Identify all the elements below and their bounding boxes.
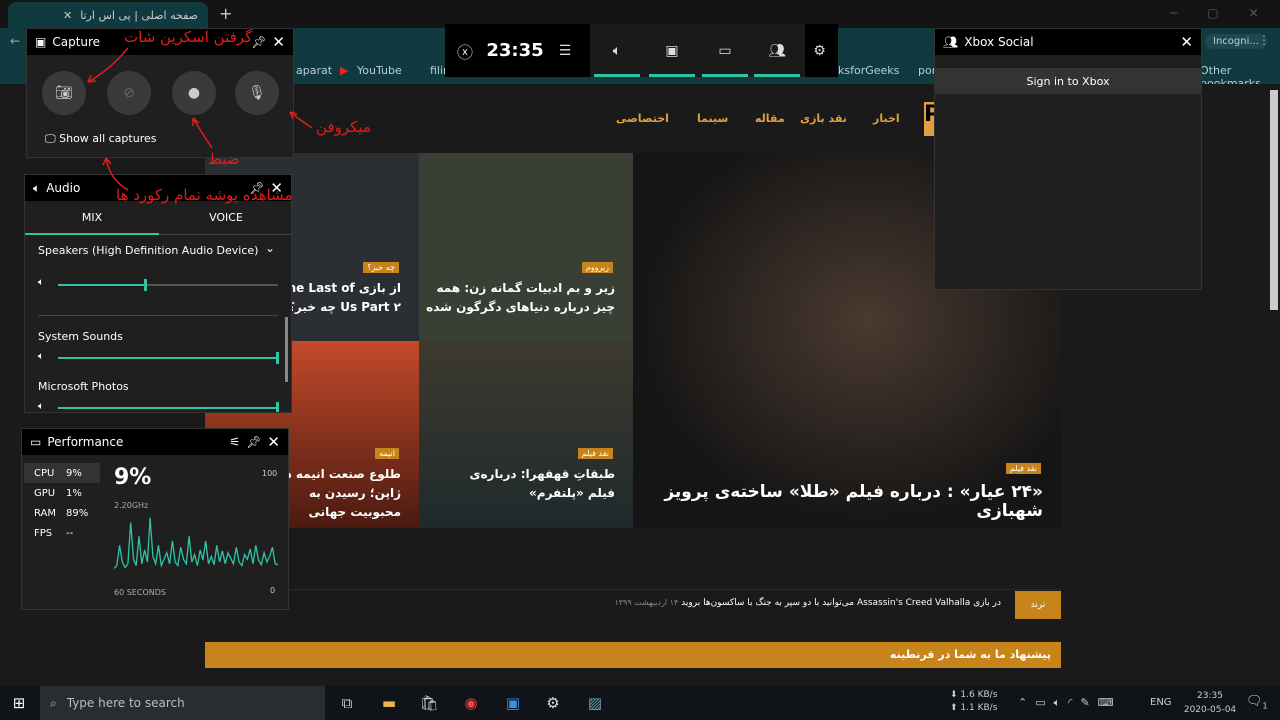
volume-icon: 🔈︎ — [38, 351, 44, 362]
app-volume-slider[interactable] — [58, 352, 279, 364]
article-card[interactable]: زیرووم زیر و بم ادبیات گمانه زن: همه چیز… — [419, 153, 633, 341]
category-badge: چه خبر؟ — [363, 262, 399, 273]
trend-bar: ترند در بازی Assassin's Creed Valhalla م… — [205, 589, 1061, 619]
graph-max: 100 — [262, 469, 278, 478]
sign-in-button[interactable]: Sign in to Xbox — [935, 68, 1201, 94]
nav-item[interactable]: سینما — [697, 112, 728, 125]
nav-item[interactable]: اختصاصی — [616, 112, 669, 125]
article-title: زیر و بم ادبیات گمانه زن: همه چیز درباره… — [426, 281, 615, 314]
scrollbar[interactable] — [1268, 84, 1280, 686]
nav-item[interactable]: مقاله — [755, 112, 785, 125]
settings-icon[interactable]: ⚙ — [536, 686, 570, 720]
task-view-icon[interactable]: ⧉ — [330, 686, 364, 720]
audio-widget-icon[interactable]: 🔈︎ — [592, 24, 642, 77]
graph-xlabel: 60 SECONDS — [114, 588, 166, 597]
search-box[interactable]: ⌕ Type here to search — [40, 686, 325, 720]
options-icon[interactable]: ⚟ — [229, 435, 240, 449]
bookmark[interactable]: ksforGeeks — [838, 64, 899, 77]
start-icon[interactable]: ⊞ — [2, 686, 36, 720]
settings-icon[interactable]: ⚙ — [801, 24, 838, 77]
clock: 23:35 — [486, 40, 544, 61]
file-explorer-icon[interactable]: ▬ — [372, 686, 406, 720]
photos-icon[interactable]: ▨ — [578, 686, 612, 720]
graph-min: 0 — [270, 586, 276, 595]
close-icon[interactable]: ✕ — [267, 433, 280, 451]
widget-title: Performance — [47, 435, 124, 449]
xbox-social-widget: 👥︎ Xbox Social ✕ Sign in to Xbox — [934, 28, 1202, 290]
app-name: System Sounds — [38, 330, 123, 343]
perf-stat-fps[interactable]: FPS -- — [24, 523, 100, 543]
article-card[interactable]: نقد فیلم طبقاتِ قهقهرا: درباره‌ی فیلم «پ… — [419, 341, 633, 528]
category-badge: نقد فیلم — [577, 448, 613, 459]
menu-icon[interactable]: ⋮ — [1258, 33, 1270, 47]
suggestion-banner: پیشنهاد ما به شما در قرنطینه — [205, 642, 1061, 668]
pin-icon[interactable]: 📌︎ — [246, 435, 261, 449]
performance-widget: ▭ Performance ⚟ 📌︎ ✕ CPU 9% GPU 1% RAM 89% FPS -- 9… — [21, 428, 289, 610]
search-icon: ⌕ — [50, 695, 57, 710]
cpu-line — [114, 517, 278, 569]
category-badge: زیرووم — [581, 262, 613, 273]
annotation: مشاهده پوشه تمام رکورد ها — [116, 186, 293, 204]
article-title: طبقاتِ قهقهرا: درباره‌ی فیلم «پلتفرم» — [469, 467, 615, 500]
perf-stat-cpu[interactable]: CPU 9% — [24, 463, 100, 483]
performance-icon: ▭ — [30, 435, 42, 449]
perf-stat-ram[interactable]: RAM 89% — [24, 503, 100, 523]
annotation: میکروفن — [316, 118, 371, 136]
nav-item[interactable]: اخبار — [873, 112, 900, 125]
article-title: «۲۴ عیار» : درباره فیلم «طلا» ساخته‌ی پر… — [664, 482, 1043, 521]
menu-icon[interactable]: ☰ — [545, 24, 585, 77]
store-icon[interactable]: 🛍︎ — [412, 686, 446, 720]
window-controls[interactable]: ─▢✕ — [1170, 6, 1280, 20]
category-badge: نقد فیلم — [1005, 463, 1041, 474]
scrollbar[interactable] — [285, 317, 288, 382]
perf-stat-gpu[interactable]: GPU 1% — [24, 483, 100, 503]
annotation: گرفتن اسکرین شات — [124, 28, 253, 46]
cpu-graph — [114, 517, 278, 569]
xbox-game-bar: ⓧ 23:35 ☰ 🔈︎ ▣ ▭ 👥︎ ⚙ — [445, 24, 838, 77]
master-volume-slider[interactable] — [58, 279, 278, 291]
volume-icon: 🔈︎ — [38, 277, 44, 288]
category-badge: انیمه — [375, 448, 399, 459]
performance-widget-icon[interactable]: ▭ — [700, 24, 750, 77]
device-dropdown[interactable]: Speakers (High Definition Audio Device) — [38, 244, 258, 257]
notification-icon[interactable]: 🗨︎1 — [1246, 694, 1268, 711]
network-speed: ⬇ 1.6 KB/s ⬆ 1.1 KB/s — [950, 690, 998, 713]
capture-widget-icon[interactable]: ▣ — [647, 24, 697, 77]
trend-headline[interactable]: در بازی Assassin's Creed Valhalla می‌توا… — [614, 598, 1001, 608]
trend-label: ترند — [1015, 591, 1061, 619]
volume-icon: 🔈︎ — [38, 401, 44, 412]
chrome-icon[interactable]: ◉ — [454, 686, 488, 720]
tray-icons[interactable]: ⌃▭🔈︎◜✎⌨ — [1018, 696, 1122, 710]
nav-item[interactable]: نقد بازی — [800, 112, 847, 125]
friends-icon: 👥︎ — [943, 35, 959, 49]
annotation: ضبط — [208, 150, 240, 168]
clock[interactable]: 23:35 2020-05-04 — [1180, 689, 1240, 717]
close-icon[interactable]: ✕ — [1180, 33, 1193, 51]
social-widget-icon[interactable]: 👥︎ — [752, 24, 802, 77]
app-name: Microsoft Photos — [38, 380, 129, 393]
chevron-down-icon[interactable]: ⌄ — [265, 241, 275, 255]
xbox-logo-icon[interactable]: ⓧ — [445, 24, 485, 77]
widget-title: Xbox Social — [964, 35, 1034, 49]
app-icon[interactable]: ▣ — [496, 686, 530, 720]
app-volume-slider[interactable] — [58, 402, 279, 412]
language-indicator[interactable]: ENG — [1150, 697, 1172, 708]
